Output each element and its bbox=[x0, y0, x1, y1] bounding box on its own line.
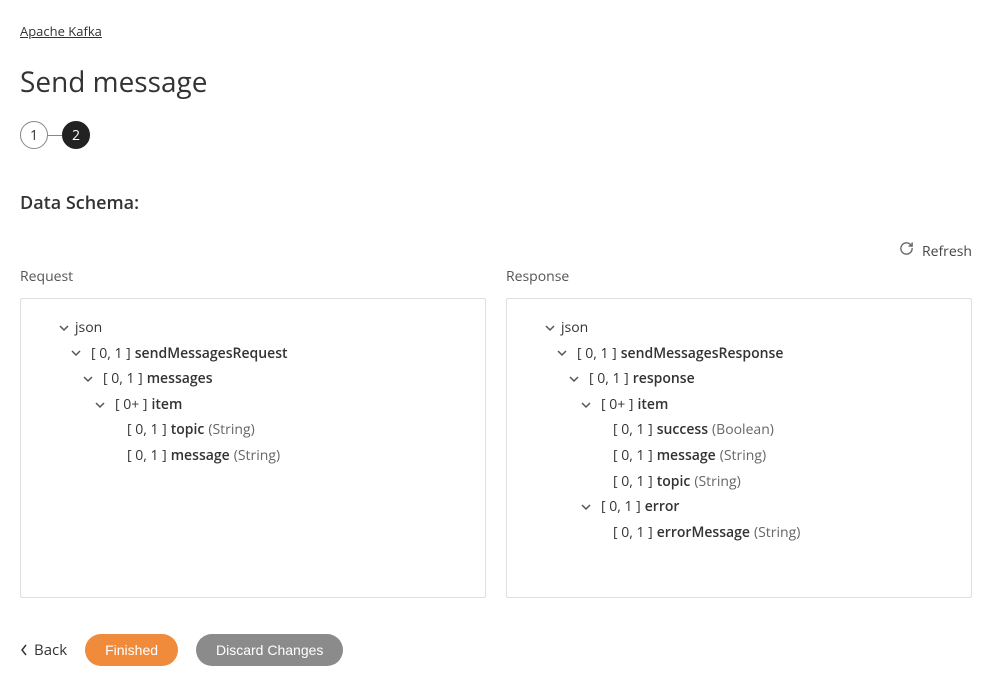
chevron-down-icon[interactable] bbox=[579, 398, 593, 412]
field-name: response bbox=[633, 369, 695, 389]
field-type: (String) bbox=[754, 523, 800, 543]
field-type: (String) bbox=[720, 446, 766, 466]
chevron-down-icon[interactable] bbox=[567, 372, 581, 386]
refresh-label: Refresh bbox=[922, 242, 972, 261]
cardinality: [ 0, 1 ] bbox=[127, 420, 167, 440]
response-label: Response bbox=[506, 267, 972, 286]
tree-node-label: json bbox=[561, 318, 588, 338]
chevron-left-icon bbox=[20, 644, 28, 656]
finished-button[interactable]: Finished bbox=[85, 634, 178, 666]
field-name: success bbox=[657, 420, 708, 440]
tree-node[interactable]: [ 0, 1 ] sendMessagesRequest bbox=[35, 341, 471, 367]
breadcrumb-link[interactable]: Apache Kafka bbox=[20, 22, 102, 40]
back-button[interactable]: Back bbox=[20, 640, 67, 660]
cardinality: [ 0, 1 ] bbox=[613, 523, 653, 543]
cardinality: [ 0, 1 ] bbox=[91, 344, 131, 364]
tree-node-leaf: [ 0, 1 ] success (Boolean) bbox=[521, 417, 957, 443]
field-name: sendMessagesResponse bbox=[621, 344, 784, 364]
tree-node[interactable]: [ 0+ ] item bbox=[521, 392, 957, 418]
tree-node[interactable]: [ 0, 1 ] sendMessagesResponse bbox=[521, 341, 957, 367]
cardinality: [ 0, 1 ] bbox=[127, 446, 167, 466]
request-column: Request json [ 0, 1 ] sendMessagesReques… bbox=[20, 267, 486, 598]
tree-node[interactable]: [ 0, 1 ] messages bbox=[35, 366, 471, 392]
data-schema-heading: Data Schema: bbox=[20, 191, 972, 215]
chevron-down-icon[interactable] bbox=[81, 372, 95, 386]
response-column: Response json [ 0, 1 ] sendMessagesRespo… bbox=[506, 267, 972, 598]
tree-node-leaf: [ 0, 1 ] topic (String) bbox=[35, 417, 471, 443]
tree-node-leaf: [ 0, 1 ] errorMessage (String) bbox=[521, 520, 957, 546]
chevron-down-icon[interactable] bbox=[543, 321, 557, 335]
chevron-down-icon[interactable] bbox=[555, 346, 569, 360]
field-name: errorMessage bbox=[657, 523, 750, 543]
field-type: (String) bbox=[234, 446, 280, 466]
step-1[interactable]: 1 bbox=[20, 121, 48, 149]
tree-node[interactable]: [ 0+ ] item bbox=[35, 392, 471, 418]
field-name: topic bbox=[657, 472, 691, 492]
tree-node-leaf: [ 0, 1 ] message (String) bbox=[35, 443, 471, 469]
tree-node-leaf: [ 0, 1 ] message (String) bbox=[521, 443, 957, 469]
request-label: Request bbox=[20, 267, 486, 286]
refresh-button[interactable]: Refresh bbox=[899, 241, 972, 261]
tree-node-root[interactable]: json bbox=[35, 315, 471, 341]
cardinality: [ 0, 1 ] bbox=[613, 472, 653, 492]
footer-actions: Back Finished Discard Changes bbox=[20, 634, 972, 666]
chevron-down-icon[interactable] bbox=[57, 321, 71, 335]
field-type: (String) bbox=[208, 420, 254, 440]
page-title: Send message bbox=[20, 63, 972, 101]
field-name: message bbox=[171, 446, 230, 466]
field-name: messages bbox=[147, 369, 213, 389]
tree-node[interactable]: [ 0, 1 ] error bbox=[521, 494, 957, 520]
field-name: sendMessagesRequest bbox=[135, 344, 288, 364]
chevron-down-icon[interactable] bbox=[69, 346, 83, 360]
field-name: error bbox=[645, 497, 680, 517]
field-name: message bbox=[657, 446, 716, 466]
stepper: 1 2 bbox=[20, 121, 972, 149]
tree-node-leaf: [ 0, 1 ] topic (String) bbox=[521, 469, 957, 495]
step-connector bbox=[48, 135, 62, 136]
cardinality: [ 0, 1 ] bbox=[601, 497, 641, 517]
cardinality: [ 0+ ] bbox=[115, 395, 147, 415]
field-name: item bbox=[151, 395, 182, 415]
tree-node-root[interactable]: json bbox=[521, 315, 957, 341]
tree-node-label: json bbox=[75, 318, 102, 338]
step-2[interactable]: 2 bbox=[62, 121, 90, 149]
discard-button[interactable]: Discard Changes bbox=[196, 634, 343, 666]
tree-node[interactable]: [ 0, 1 ] response bbox=[521, 366, 957, 392]
cardinality: [ 0, 1 ] bbox=[589, 369, 629, 389]
field-type: (String) bbox=[694, 472, 740, 492]
field-name: item bbox=[637, 395, 668, 415]
cardinality: [ 0, 1 ] bbox=[613, 446, 653, 466]
cardinality: [ 0, 1 ] bbox=[103, 369, 143, 389]
cardinality: [ 0+ ] bbox=[601, 395, 633, 415]
refresh-icon bbox=[899, 241, 914, 261]
cardinality: [ 0, 1 ] bbox=[613, 420, 653, 440]
field-type: (Boolean) bbox=[712, 420, 774, 440]
field-name: topic bbox=[171, 420, 205, 440]
response-panel: json [ 0, 1 ] sendMessagesResponse [ 0, … bbox=[506, 298, 972, 598]
chevron-down-icon[interactable] bbox=[579, 500, 593, 514]
chevron-down-icon[interactable] bbox=[93, 398, 107, 412]
request-panel: json [ 0, 1 ] sendMessagesRequest [ 0, 1… bbox=[20, 298, 486, 598]
back-label: Back bbox=[34, 640, 67, 660]
cardinality: [ 0, 1 ] bbox=[577, 344, 617, 364]
